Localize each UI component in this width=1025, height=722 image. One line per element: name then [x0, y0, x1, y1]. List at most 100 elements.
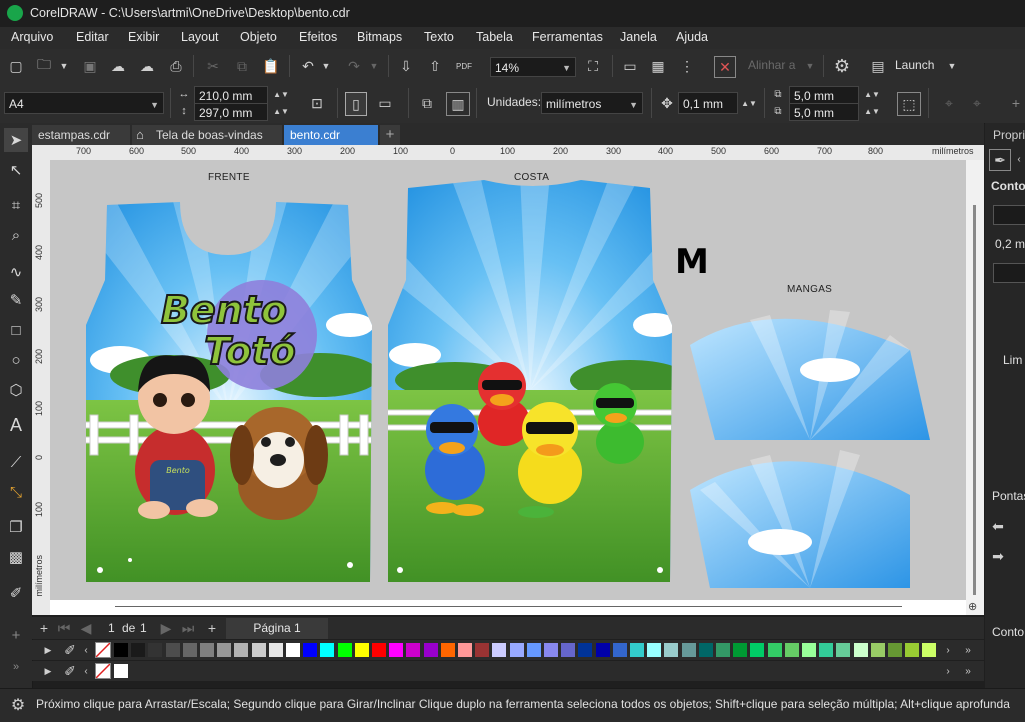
color-swatch[interactable] [904, 642, 921, 658]
tab-welcome[interactable]: ⌂ Tela de boas-vindas [132, 125, 282, 145]
no-fill-swatch[interactable] [95, 642, 111, 658]
ellipse-tool-icon[interactable]: ○ [4, 348, 28, 372]
doc-white-swatch[interactable] [113, 663, 129, 679]
bleed-icon[interactable]: ⬚ [897, 92, 921, 116]
color-swatch[interactable] [525, 642, 542, 658]
redo-dropdown-icon[interactable]: ▼ [368, 58, 380, 74]
docker-expand-icon[interactable]: ‹ [1013, 149, 1025, 169]
tab-estampas[interactable]: estampas.cdr [32, 125, 130, 145]
menu-objeto[interactable]: Objeto [240, 30, 277, 44]
color-swatch[interactable] [852, 642, 869, 658]
zoom-to-page-icon[interactable]: ⛶ [582, 56, 604, 76]
color-swatch[interactable] [543, 642, 559, 658]
color-swatch[interactable] [818, 642, 835, 658]
dup-y-spinner-icon[interactable]: ▲▼ [861, 103, 883, 120]
launch-dropdown-icon[interactable]: ▼ [946, 58, 958, 74]
color-swatch[interactable] [732, 642, 749, 658]
color-swatch[interactable] [353, 642, 370, 658]
publish-pdf-icon[interactable]: PDF [453, 56, 475, 76]
color-swatch[interactable] [611, 642, 628, 658]
outline-line-field[interactable] [993, 263, 1025, 283]
color-swatch[interactable] [250, 642, 267, 658]
tab-bento[interactable]: bento.cdr [284, 125, 378, 145]
color-swatch[interactable] [749, 642, 766, 658]
color-swatch[interactable] [181, 642, 198, 658]
menu-bitmaps[interactable]: Bitmaps [357, 30, 402, 44]
snap-object-icon[interactable]: ⌖ [938, 92, 960, 114]
artistic-media-icon[interactable]: ✎ [4, 288, 28, 312]
color-swatch[interactable] [646, 642, 663, 658]
palette-expand-icon[interactable]: » [962, 642, 974, 658]
back-shirt-panel[interactable] [380, 175, 690, 590]
add-page-after-icon[interactable]: + [204, 619, 220, 637]
color-swatch[interactable] [457, 642, 473, 658]
color-swatch[interactable] [439, 642, 456, 658]
vertical-scrollbar[interactable]: ⊕ [966, 160, 984, 615]
palette-scroll-left-icon[interactable]: ‹ [80, 642, 92, 658]
outline-width-value[interactable]: 0,2 m [995, 237, 1025, 251]
redo-icon[interactable]: ↷ [344, 56, 364, 76]
open-folder-icon[interactable]: 🗀 [34, 56, 54, 76]
horizontal-ruler[interactable]: 700 600 500 400 300 200 100 0 100 200 30… [50, 145, 984, 160]
color-swatch[interactable] [371, 642, 387, 658]
color-swatch[interactable] [302, 642, 319, 658]
color-swatch[interactable] [147, 642, 164, 658]
shape-tool-icon[interactable]: ↖ [4, 158, 28, 182]
launch-label[interactable]: Launch [895, 58, 934, 72]
menu-tabela[interactable]: Tabela [476, 30, 513, 44]
menu-texto[interactable]: Texto [424, 30, 454, 44]
next-page-icon[interactable]: ▶ [158, 619, 174, 637]
undo-icon[interactable]: ↶ [298, 56, 318, 76]
doc-palette-eyedropper-icon[interactable]: ✐ [62, 663, 78, 679]
cut-icon[interactable]: ✂ [203, 56, 223, 76]
cloud-upload-icon[interactable]: ☁ [108, 56, 128, 76]
color-swatch[interactable] [594, 642, 611, 658]
sleeve-top[interactable] [690, 318, 930, 440]
color-swatch[interactable] [577, 642, 594, 658]
color-swatch[interactable] [869, 642, 886, 658]
color-swatch[interactable] [921, 642, 938, 658]
connector-tool-icon[interactable]: ⤡ [4, 480, 28, 504]
eyedropper-tool-icon[interactable]: ✐ [4, 581, 28, 605]
new-tab-button[interactable]: + [380, 125, 400, 145]
palette-eyedropper-icon[interactable]: ✐ [62, 642, 78, 658]
arrow-right-icon[interactable]: ➡ [989, 547, 1007, 565]
color-swatch[interactable] [801, 642, 817, 658]
all-pages-icon[interactable]: ⧉ [416, 92, 438, 114]
sleeve-bottom[interactable] [690, 461, 910, 588]
color-swatch[interactable] [474, 642, 491, 658]
open-dropdown-icon[interactable]: ▼ [58, 58, 70, 74]
palette-scroll-right-icon[interactable]: › [942, 642, 954, 658]
color-swatch[interactable] [697, 642, 714, 658]
color-swatch[interactable] [113, 642, 129, 658]
nudge-spinner-icon[interactable]: ▲▼ [740, 92, 758, 114]
align-dropdown-icon[interactable]: ▼ [804, 58, 816, 74]
show-guidelines-icon[interactable]: ⋮ [677, 56, 697, 76]
color-swatch[interactable] [388, 642, 405, 658]
color-swatch[interactable] [766, 642, 783, 658]
color-swatch[interactable] [285, 642, 301, 658]
menu-efeitos[interactable]: Efeitos [299, 30, 337, 44]
color-swatch[interactable] [422, 642, 439, 658]
color-swatch[interactable] [783, 642, 800, 658]
current-page-icon[interactable]: ▥ [446, 92, 470, 116]
zoom-level-field[interactable]: 14% ▼ [490, 57, 576, 77]
prev-page-icon[interactable]: ◀ [78, 619, 94, 637]
new-document-icon[interactable]: ▢ [6, 56, 26, 76]
page-size-dropdown-icon[interactable]: ▼ [150, 94, 159, 116]
menu-janela[interactable]: Janela [620, 30, 657, 44]
color-swatch[interactable] [629, 642, 645, 658]
color-swatch[interactable] [491, 642, 508, 658]
parallel-dimension-icon[interactable]: ⟋ [4, 450, 28, 474]
menu-ajuda[interactable]: Ajuda [676, 30, 708, 44]
snap-off-icon[interactable]: ✕ [714, 56, 736, 78]
zoom-dropdown-icon[interactable]: ▼ [562, 58, 571, 78]
text-tool-icon[interactable]: A [4, 413, 28, 437]
color-swatch[interactable] [216, 642, 233, 658]
color-swatch[interactable] [199, 642, 215, 658]
last-page-icon[interactable]: ⏭ [180, 619, 196, 637]
color-swatch[interactable] [508, 642, 525, 658]
color-swatch[interactable] [130, 642, 147, 658]
dup-x-spinner-icon[interactable]: ▲▼ [861, 86, 883, 103]
paste-icon[interactable]: 📋 [261, 56, 281, 76]
